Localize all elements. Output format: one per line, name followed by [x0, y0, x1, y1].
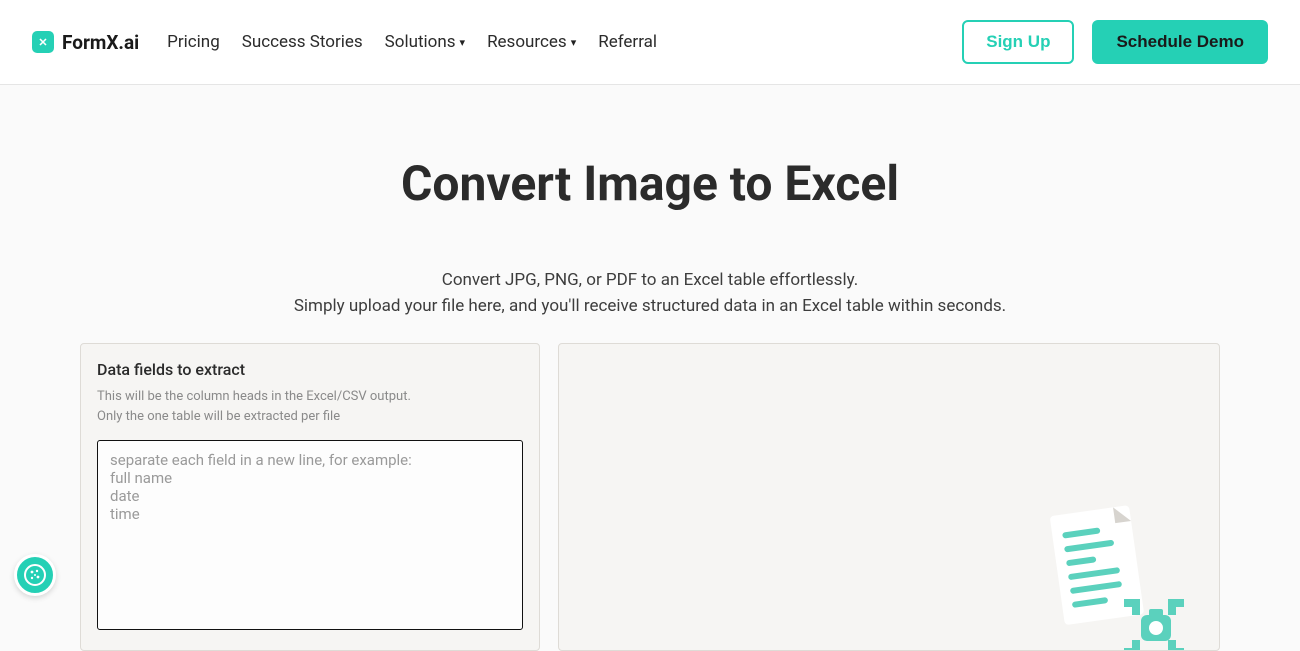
fields-hint-line2: Only the one table will be extracted per… [97, 407, 523, 427]
nav-solutions[interactable]: Solutions ▾ [385, 32, 465, 52]
signup-button[interactable]: Sign Up [962, 20, 1074, 64]
document-camera-icon [1029, 500, 1189, 651]
fields-panel: Data fields to extract This will be the … [80, 343, 540, 651]
fields-textarea[interactable] [97, 440, 523, 630]
header-right: Sign Up Schedule Demo [962, 20, 1268, 64]
nav-pricing-label: Pricing [167, 32, 220, 52]
cookie-settings-button[interactable] [14, 554, 56, 596]
fields-hint: This will be the column heads in the Exc… [97, 387, 523, 426]
nav-resources-label: Resources [487, 32, 567, 52]
chevron-down-icon: ▾ [571, 36, 577, 49]
site-header: FormX.ai Pricing Success Stories Solutio… [0, 0, 1300, 85]
main-nav: Pricing Success Stories Solutions ▾ Reso… [167, 32, 657, 52]
tool-panels: Data fields to extract This will be the … [70, 343, 1230, 651]
header-left: FormX.ai Pricing Success Stories Solutio… [32, 31, 657, 54]
chevron-down-icon: ▾ [460, 36, 466, 49]
nav-referral-label: Referral [598, 32, 657, 52]
fields-heading: Data fields to extract [97, 360, 523, 379]
schedule-demo-button[interactable]: Schedule Demo [1092, 20, 1268, 64]
cookie-icon [23, 563, 47, 587]
upload-panel[interactable] [558, 343, 1220, 651]
nav-pricing[interactable]: Pricing [167, 32, 220, 52]
brand-logo-icon [32, 31, 54, 53]
page-title: Convert Image to Excel [150, 155, 1150, 212]
hero-subtitle-line2: Simply upload your file here, and you'll… [150, 294, 1150, 320]
nav-success-stories[interactable]: Success Stories [242, 32, 363, 52]
hero: Convert Image to Excel Convert JPG, PNG,… [150, 155, 1150, 319]
main-content: Convert Image to Excel Convert JPG, PNG,… [0, 85, 1300, 651]
nav-solutions-label: Solutions [385, 32, 456, 52]
brand-name: FormX.ai [62, 31, 139, 54]
hero-subtitle-line1: Convert JPG, PNG, or PDF to an Excel tab… [150, 268, 1150, 294]
fields-hint-line1: This will be the column heads in the Exc… [97, 387, 523, 407]
nav-referral[interactable]: Referral [598, 32, 657, 52]
nav-success-stories-label: Success Stories [242, 32, 363, 52]
brand-logo[interactable]: FormX.ai [32, 31, 139, 54]
nav-resources[interactable]: Resources ▾ [487, 32, 576, 52]
